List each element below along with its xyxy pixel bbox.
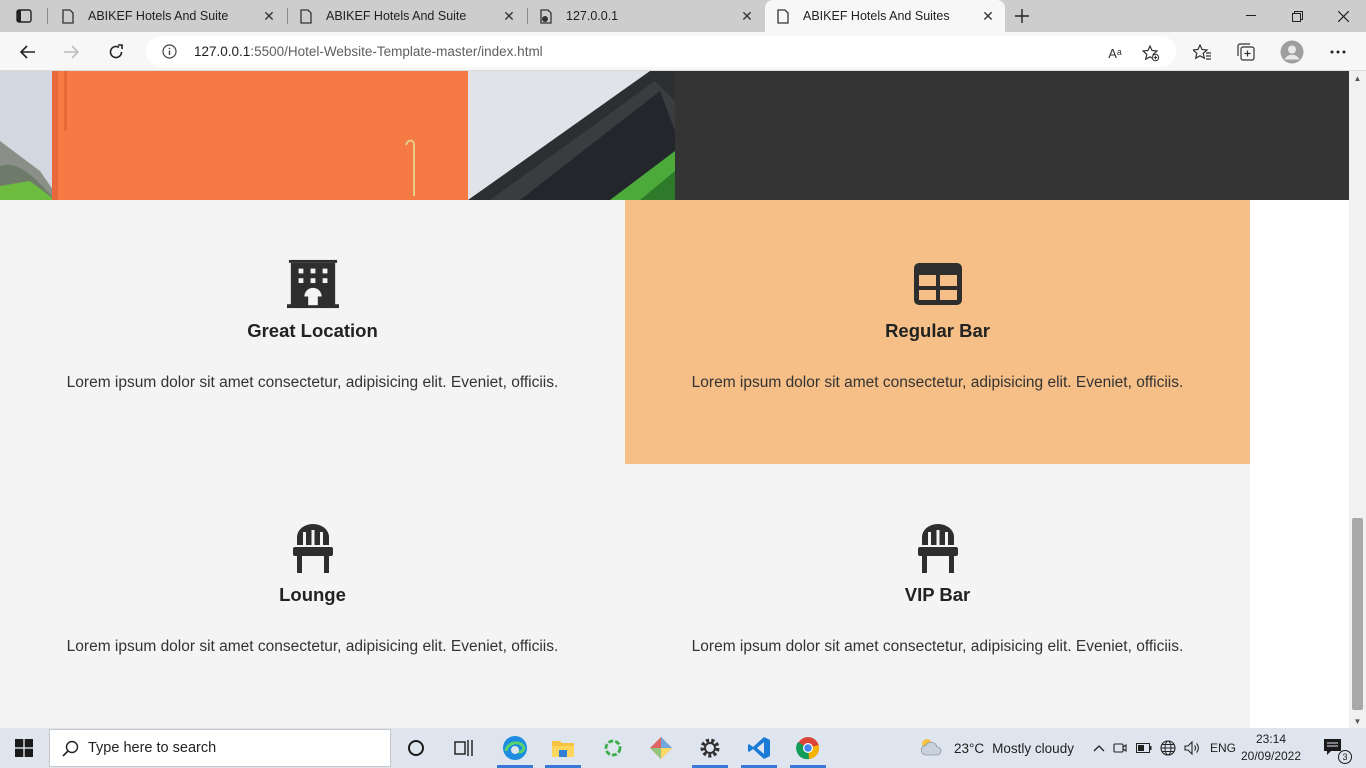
close-tab-icon[interactable]: ✕ xyxy=(500,7,518,25)
task-view-icon[interactable] xyxy=(440,728,488,768)
page-icon xyxy=(62,8,76,24)
network-globe-icon[interactable] xyxy=(1156,740,1180,756)
add-favorite-icon[interactable] xyxy=(1140,42,1162,64)
close-tab-icon[interactable]: ✕ xyxy=(979,7,997,25)
language-indicator[interactable]: ENG xyxy=(1210,741,1236,755)
url-text[interactable]: 127.0.0.1:5500/Hotel-Website-Template-ma… xyxy=(194,44,543,59)
close-tab-icon[interactable]: ✕ xyxy=(738,7,756,25)
feature-title: Great Location xyxy=(247,320,378,341)
battery-icon[interactable] xyxy=(1132,743,1156,753)
feature-card-great-location: Great Location Lorem ipsum dolor sit ame… xyxy=(0,200,625,464)
collections-icon[interactable] xyxy=(1232,38,1260,66)
windows-taskbar: Type here to search 23°C Mostly cloudy E… xyxy=(0,728,1366,768)
close-tab-icon[interactable]: ✕ xyxy=(260,7,278,25)
weather-temperature: 23°C xyxy=(954,740,985,756)
settings-gear-icon[interactable] xyxy=(686,728,734,768)
browser-toolbar: 127.0.0.1:5500/Hotel-Website-Template-ma… xyxy=(0,32,1366,71)
scrollbar-thumb[interactable] xyxy=(1352,518,1363,710)
search-placeholder: Type here to search xyxy=(88,740,217,756)
taskbar-clock[interactable]: 23:14 20/09/2022 xyxy=(1236,731,1306,765)
read-aloud-icon[interactable]: Aᵃ xyxy=(1104,42,1126,64)
search-icon xyxy=(62,740,79,762)
notifications-icon[interactable]: 3 xyxy=(1310,728,1358,768)
chrome-icon[interactable] xyxy=(784,728,832,768)
tab-1[interactable]: ABIKEF Hotels And Suite ✕ xyxy=(50,0,286,32)
url-path: :5500/Hotel-Website-Template-master/inde… xyxy=(250,44,543,59)
page-icon xyxy=(300,8,314,24)
close-window-icon[interactable] xyxy=(1320,0,1366,32)
weather-widget[interactable]: 23°C Mostly cloudy xyxy=(918,728,1074,768)
chair-icon xyxy=(912,522,964,574)
page-viewport: Great Location Lorem ipsum dolor sit ame… xyxy=(0,71,1349,728)
restore-icon[interactable] xyxy=(1274,0,1320,32)
site-info-icon[interactable] xyxy=(162,44,177,64)
clock-time: 23:14 xyxy=(1255,732,1287,746)
edge-browser-icon[interactable] xyxy=(491,728,539,768)
minimize-icon[interactable] xyxy=(1228,0,1274,32)
cortana-icon[interactable] xyxy=(392,728,440,768)
vscode-icon[interactable] xyxy=(735,728,783,768)
feature-text: Lorem ipsum dolor sit amet consectetur, … xyxy=(66,374,559,391)
page-settings-icon xyxy=(540,8,554,24)
tab-title: 127.0.0.1 xyxy=(566,9,619,23)
tab-title: ABIKEF Hotels And Suite xyxy=(326,9,467,23)
chair-icon xyxy=(287,522,339,574)
forward-icon[interactable] xyxy=(57,38,85,66)
tab-4-active[interactable]: ABIKEF Hotels And Suites ✕ xyxy=(765,0,1005,32)
hotel-building-icon xyxy=(287,258,339,310)
tab-separator xyxy=(47,8,48,24)
tab-title: ABIKEF Hotels And Suites xyxy=(803,9,950,23)
notification-count-badge: 3 xyxy=(1338,750,1352,764)
chevron-up-icon[interactable] xyxy=(1090,744,1108,752)
feature-text: Lorem ipsum dolor sit amet consectetur, … xyxy=(66,638,559,655)
hotel-photo xyxy=(0,71,675,200)
feature-title: VIP Bar xyxy=(904,584,971,605)
app-colorful-icon[interactable] xyxy=(637,728,685,768)
volume-icon[interactable] xyxy=(1180,741,1204,755)
weather-description: Mostly cloudy xyxy=(992,740,1074,756)
tab-2[interactable]: ABIKEF Hotels And Suite ✕ xyxy=(288,0,526,32)
taskbar-search-input[interactable]: Type here to search xyxy=(49,729,391,767)
favorites-icon[interactable] xyxy=(1188,38,1216,66)
dark-panel xyxy=(675,71,1349,200)
refresh-icon[interactable] xyxy=(102,38,130,66)
weather-cloudy-icon xyxy=(918,737,942,760)
file-explorer-icon[interactable] xyxy=(539,728,587,768)
page-scrollbar[interactable]: ▲ ▼ xyxy=(1349,71,1366,728)
meet-now-icon[interactable] xyxy=(1108,741,1132,755)
system-tray: ENG xyxy=(1090,728,1236,768)
feature-title: Regular Bar xyxy=(885,320,990,341)
feature-title: Lounge xyxy=(279,584,346,605)
clock-date: 20/09/2022 xyxy=(1240,749,1302,763)
feature-card-lounge: Lounge Lorem ipsum dolor sit amet consec… xyxy=(0,464,625,728)
feature-card-vip-bar: VIP Bar Lorem ipsum dolor sit amet conse… xyxy=(625,464,1250,728)
scroll-up-icon[interactable]: ▲ xyxy=(1349,71,1366,85)
feature-card-regular-bar: Regular Bar Lorem ipsum dolor sit amet c… xyxy=(625,200,1250,464)
back-icon[interactable] xyxy=(14,38,42,66)
app-green-ring-icon[interactable] xyxy=(589,728,637,768)
more-menu-icon[interactable] xyxy=(1324,38,1352,66)
profile-avatar-icon[interactable] xyxy=(1278,38,1306,66)
tab-actions-icon[interactable] xyxy=(10,6,38,26)
tab-strip: ABIKEF Hotels And Suite ✕ ABIKEF Hotels … xyxy=(0,0,1366,32)
feature-text: Lorem ipsum dolor sit amet consectetur, … xyxy=(691,638,1184,655)
table-icon xyxy=(912,258,964,310)
tab-title: ABIKEF Hotels And Suite xyxy=(88,9,229,23)
scroll-down-icon[interactable]: ▼ xyxy=(1349,714,1366,728)
new-tab-icon[interactable] xyxy=(1010,4,1034,28)
tab-3[interactable]: 127.0.0.1 ✕ xyxy=(528,0,764,32)
page-icon xyxy=(777,8,791,24)
feature-text: Lorem ipsum dolor sit amet consectetur, … xyxy=(691,374,1184,391)
windows-start-icon[interactable] xyxy=(0,728,48,768)
url-host: 127.0.0.1 xyxy=(194,44,251,59)
address-bar[interactable]: 127.0.0.1:5500/Hotel-Website-Template-ma… xyxy=(146,36,1176,67)
